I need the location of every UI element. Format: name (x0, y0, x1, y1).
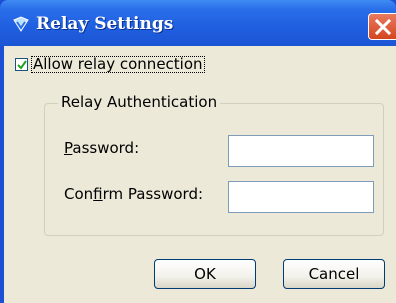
confirm-password-label: Confirm Password: (64, 185, 204, 203)
window-title: Relay Settings (36, 14, 174, 34)
relay-authentication-title: Relay Authentication (58, 93, 221, 111)
app-shield-icon (13, 16, 29, 32)
checkmark-icon (17, 60, 27, 70)
allow-relay-label[interactable]: Allow relay connection (31, 56, 205, 73)
relay-settings-window: Relay Settings Allow relay connection Re… (0, 0, 396, 303)
password-field[interactable] (228, 135, 374, 167)
password-label: Password: (64, 139, 140, 157)
close-icon (375, 19, 391, 35)
ok-button[interactable]: OK (154, 259, 256, 289)
cancel-button[interactable]: Cancel (283, 259, 385, 289)
close-button[interactable] (368, 13, 396, 40)
dialog-body: Allow relay connection Relay Authenticat… (4, 46, 396, 303)
confirm-password-field[interactable] (228, 181, 374, 213)
title-bar[interactable]: Relay Settings (0, 0, 396, 46)
relay-authentication-group (44, 103, 384, 236)
allow-relay-checkbox[interactable] (15, 58, 28, 71)
